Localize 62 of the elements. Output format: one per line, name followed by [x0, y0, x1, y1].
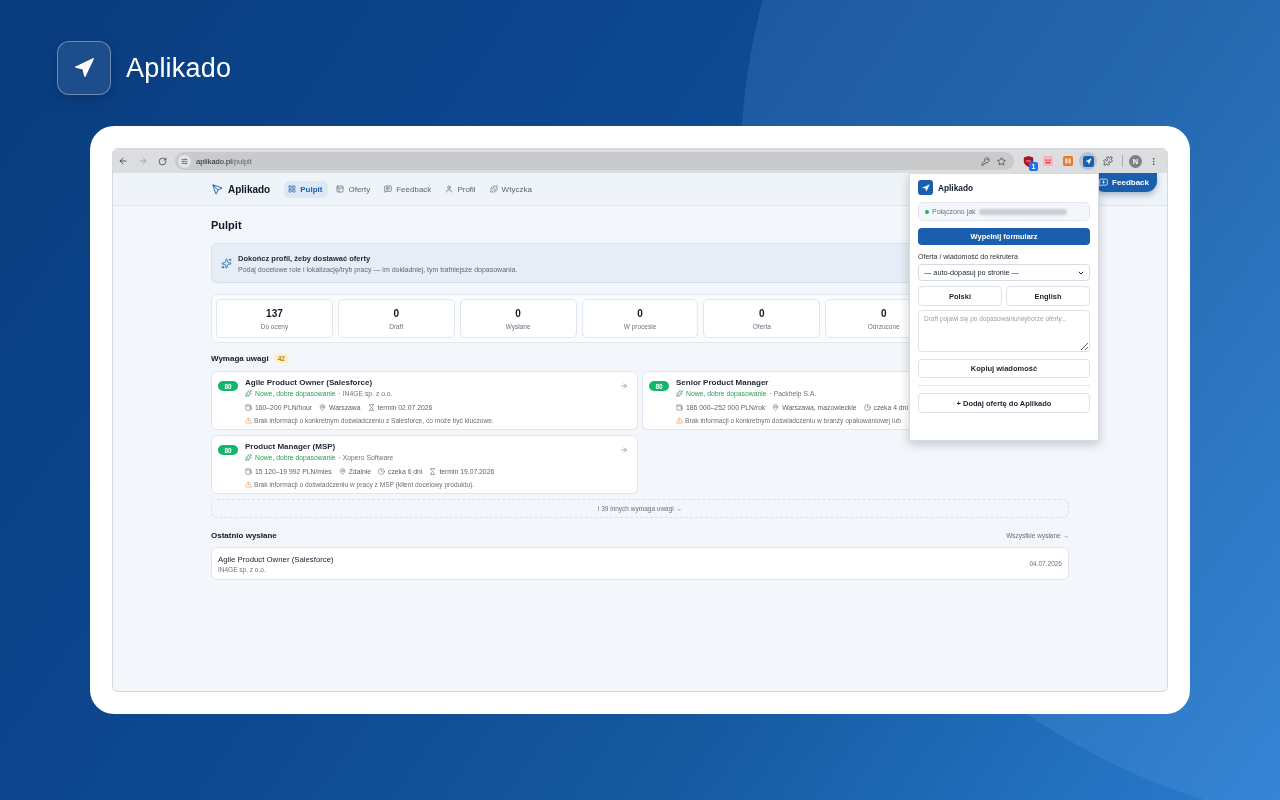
map-pin-icon	[319, 403, 327, 411]
hourglass-icon	[367, 403, 375, 411]
sparkles-icon	[221, 257, 232, 269]
logo-icon	[918, 180, 933, 195]
grid-icon	[288, 185, 297, 193]
wallet-icon	[245, 467, 252, 475]
nav-tab[interactable]: Feedback	[380, 180, 438, 198]
job-title: Product Manager (MSP)	[245, 441, 337, 452]
job-card[interactable]	[211, 371, 638, 430]
app-logo-text[interactable]: Aplikado	[228, 183, 271, 195]
clock-icon	[378, 467, 385, 475]
stat-value: 0	[393, 307, 400, 319]
nav-tab[interactable]: Oferty	[332, 180, 377, 198]
brand-name: Aplikado	[126, 52, 232, 84]
book-icon	[1063, 156, 1073, 166]
wallet-icon	[676, 403, 683, 411]
logo-icon	[57, 41, 111, 95]
puzzle-icon	[489, 185, 498, 193]
shield-icon	[1022, 155, 1034, 167]
section-title: Wymaga uwagi	[211, 353, 269, 363]
stat-value: 0	[759, 307, 765, 319]
reload-icon[interactable]	[158, 156, 167, 166]
paper-plane-icon	[212, 183, 223, 195]
message-icon	[384, 185, 393, 193]
page-title: Pulpit	[211, 218, 243, 232]
map-pin-icon	[772, 403, 780, 411]
warning-icon	[245, 416, 252, 424]
sparkles-icon	[676, 390, 683, 397]
menu-icon[interactable]	[1149, 156, 1158, 166]
bookmark-star-icon[interactable]	[997, 156, 1006, 166]
user-icon	[445, 185, 454, 193]
stat-value: 0	[515, 307, 521, 319]
stat-value: 0	[637, 307, 643, 319]
extensions-puzzle-icon[interactable]	[1103, 156, 1113, 166]
nav-tab[interactable]: Pulpit	[284, 180, 329, 198]
popup-title: Aplikado	[938, 182, 974, 193]
forward-icon[interactable]	[138, 156, 148, 166]
panel-icon	[336, 185, 345, 193]
job-title: Agile Product Owner (Salesforce)	[245, 377, 374, 388]
job-title: Senior Product Manager	[676, 377, 770, 388]
square-tile-icon	[1043, 156, 1053, 166]
sparkles-icon	[245, 454, 252, 461]
wallet-icon	[245, 403, 252, 411]
warning-icon	[245, 480, 252, 488]
arrow-right-icon[interactable]	[620, 382, 628, 390]
extension-button[interactable]	[1079, 152, 1097, 170]
stat-value: 137	[266, 307, 283, 319]
nav-tab[interactable]: Profil	[441, 180, 482, 198]
paper-plane-icon	[1082, 155, 1094, 167]
clock-icon	[863, 403, 871, 411]
warning-icon	[676, 416, 683, 424]
job-card[interactable]	[211, 435, 638, 494]
stat-value: 0	[880, 307, 887, 319]
nav-tab[interactable]: Wtyczka	[485, 180, 538, 198]
hourglass-icon	[429, 467, 437, 475]
section-title: Ostatnio wysłane	[211, 530, 277, 540]
map-pin-icon	[338, 467, 346, 475]
back-icon[interactable]	[118, 156, 128, 166]
sparkles-icon	[245, 390, 252, 397]
key-icon[interactable]	[981, 156, 990, 166]
arrow-right-icon[interactable]	[620, 446, 628, 454]
site-settings-icon[interactable]	[178, 154, 191, 168]
